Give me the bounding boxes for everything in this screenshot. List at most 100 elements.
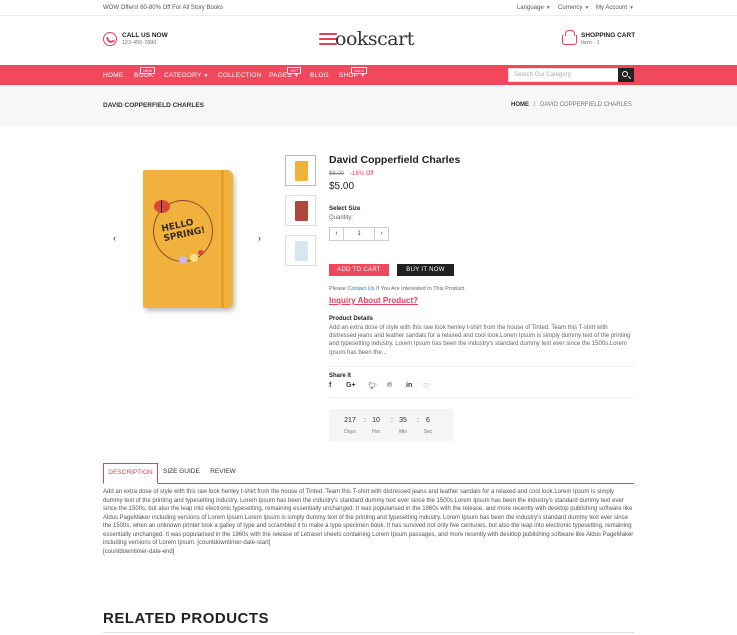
divider: [103, 632, 634, 633]
search-icon: [622, 71, 628, 77]
quantity-value[interactable]: 1: [344, 228, 374, 240]
countdown-days: 217: [344, 417, 356, 424]
countdown-days-label: Days: [344, 429, 356, 435]
hot-badge: HOT: [287, 67, 302, 74]
tab-review[interactable]: REVIEW: [208, 463, 238, 483]
nav-blog[interactable]: BLOG: [310, 72, 329, 79]
top-bar: WOW Offers! 60-80% Off For All Story Boo…: [0, 0, 737, 16]
basket-icon: [562, 30, 577, 45]
next-image-arrow-icon[interactable]: ›: [258, 233, 261, 243]
breadcrumb-home[interactable]: HOME: [511, 102, 529, 108]
current-price: $5.00: [329, 181, 355, 192]
phone-icon: [103, 32, 117, 46]
currency-label: Currency: [558, 5, 583, 11]
page-title: DAVID COPPERFIELD CHARLES: [103, 102, 204, 109]
linkedin-icon[interactable]: in: [406, 382, 412, 389]
thumbnail-image: [295, 161, 308, 181]
contact-note-prefix: Please: [329, 286, 346, 292]
facebook-icon[interactable]: f: [329, 382, 331, 389]
account-label: My Account: [596, 5, 628, 11]
site-logo[interactable]: ookscart: [319, 28, 429, 52]
logo-text: ookscart: [335, 28, 414, 50]
product-tabs: DESCRIPTION SIZE GUIDE REVIEW: [103, 463, 634, 484]
pinterest-icon[interactable]: ℗: [387, 382, 392, 389]
search-button[interactable]: [618, 68, 634, 82]
language-dropdown[interactable]: Language ▼: [517, 5, 551, 11]
account-dropdown[interactable]: My Account ▼: [596, 5, 634, 11]
quantity-decrease-button[interactable]: ‹: [330, 228, 344, 240]
inquiry-link[interactable]: Inquiry About Product?: [329, 296, 418, 305]
new-badge: NEW: [140, 67, 156, 74]
call-number: 123-456-7890: [122, 40, 157, 46]
related-products-title: RELATED PRODUCTS: [103, 610, 270, 627]
nav-collection[interactable]: COLLECTION: [218, 72, 262, 79]
nav-home[interactable]: HOME: [103, 72, 123, 79]
product-main-image[interactable]: HELLO SPRING!: [143, 170, 233, 308]
countdown-hours: 10: [372, 417, 380, 424]
product-details-text: Add an extra dose of style with this raw…: [329, 325, 631, 356]
divider: [329, 397, 634, 398]
countdown-hours-label: Hrs: [372, 429, 380, 435]
description-end-tag: [countdowntimer-date-end]: [103, 548, 175, 555]
divider: [329, 366, 634, 367]
search-placeholder: Search Our Category: [514, 72, 571, 78]
currency-dropdown[interactable]: Currency ▼: [558, 5, 589, 11]
site-header: CALL US NOW 123-456-7890 ookscart SHOPPI…: [0, 17, 737, 64]
wishlist-heart-icon[interactable]: ♡: [423, 382, 429, 390]
chevron-down-icon: ▼: [545, 5, 551, 11]
chevron-down-icon: ▼: [203, 73, 209, 79]
sale-badge: SALE: [351, 67, 368, 74]
quantity-label: Quantity:: [329, 215, 354, 221]
breadcrumb-current: DAVID COPPERFIELD CHARLES: [540, 102, 632, 108]
nav-category[interactable]: CATEGORY ▼: [164, 72, 209, 79]
ladybug-illustration: [198, 250, 204, 255]
quantity-stepper[interactable]: ‹ 1 ›: [329, 227, 389, 241]
share-title: Share It: [329, 373, 352, 379]
countdown-colon: :: [391, 417, 393, 424]
call-title: CALL US NOW: [122, 32, 168, 39]
twitter-icon[interactable]: 🐦︎: [368, 382, 377, 390]
quantity-increase-button[interactable]: ›: [374, 228, 388, 240]
book-elastic-band: [221, 170, 224, 308]
contact-note: Please Contact Us If You Are Interested …: [329, 286, 466, 292]
select-size-label: Select Size: [329, 206, 361, 212]
countdown-colon: :: [417, 417, 419, 424]
add-to-cart-button[interactable]: ADD TO CART: [329, 264, 389, 276]
countdown-minutes: 35: [399, 417, 407, 424]
description-text: Add an extra dose of style with this raw…: [103, 488, 634, 556]
thumbnail-image: [295, 241, 308, 261]
countdown-seconds-label: Sec: [423, 429, 433, 435]
tab-description[interactable]: DESCRIPTION: [103, 463, 158, 484]
ladybug-illustration: [154, 200, 170, 213]
contact-note-suffix: If You Are Interested In This Product.: [376, 286, 466, 292]
offer-text: WOW Offers! 60-80% Off For All Story Boo…: [103, 5, 224, 11]
breadcrumb-separator: /: [533, 102, 536, 108]
thumbnail-3[interactable]: [285, 235, 316, 266]
old-price: $6.00: [329, 171, 345, 177]
product-details-title: Product Details: [329, 316, 374, 322]
breadcrumb-bar: DAVID COPPERFIELD CHARLES HOME / DAVID C…: [0, 85, 737, 126]
thumbnail-1[interactable]: [285, 155, 316, 186]
countdown-colon: :: [364, 417, 366, 424]
breadcrumb: HOME / DAVID COPPERFIELD CHARLES: [511, 102, 632, 108]
google-plus-icon[interactable]: G+: [346, 382, 356, 389]
countdown-minutes-label: Min: [398, 429, 408, 435]
nav-category-label: CATEGORY: [164, 72, 202, 79]
cart-count: Item - 1: [581, 40, 600, 46]
language-label: Language: [517, 5, 544, 11]
flower-illustration: [190, 254, 198, 262]
flower-illustration: [179, 256, 187, 264]
thumbnail-2[interactable]: [285, 195, 316, 226]
buy-now-button[interactable]: BUY IT NOW: [397, 264, 454, 276]
search-input[interactable]: Search Our Category: [508, 68, 619, 82]
countdown-timer: 217 Days : 10 Hrs : 35 Min : 6 Sec: [329, 409, 453, 441]
chevron-down-icon: ▼: [629, 5, 634, 11]
countdown-seconds: 6: [426, 417, 430, 424]
discount-label: -16% Off: [350, 171, 374, 177]
prev-image-arrow-icon[interactable]: ‹: [113, 233, 116, 243]
tab-size-guide[interactable]: SIZE GUIDE: [163, 463, 200, 483]
product-title: David Copperfield Charles: [329, 154, 461, 166]
description-body: Add an extra dose of style with this raw…: [103, 489, 634, 546]
contact-us-link[interactable]: Contact Us: [347, 286, 374, 292]
chevron-down-icon: ▼: [584, 5, 590, 11]
